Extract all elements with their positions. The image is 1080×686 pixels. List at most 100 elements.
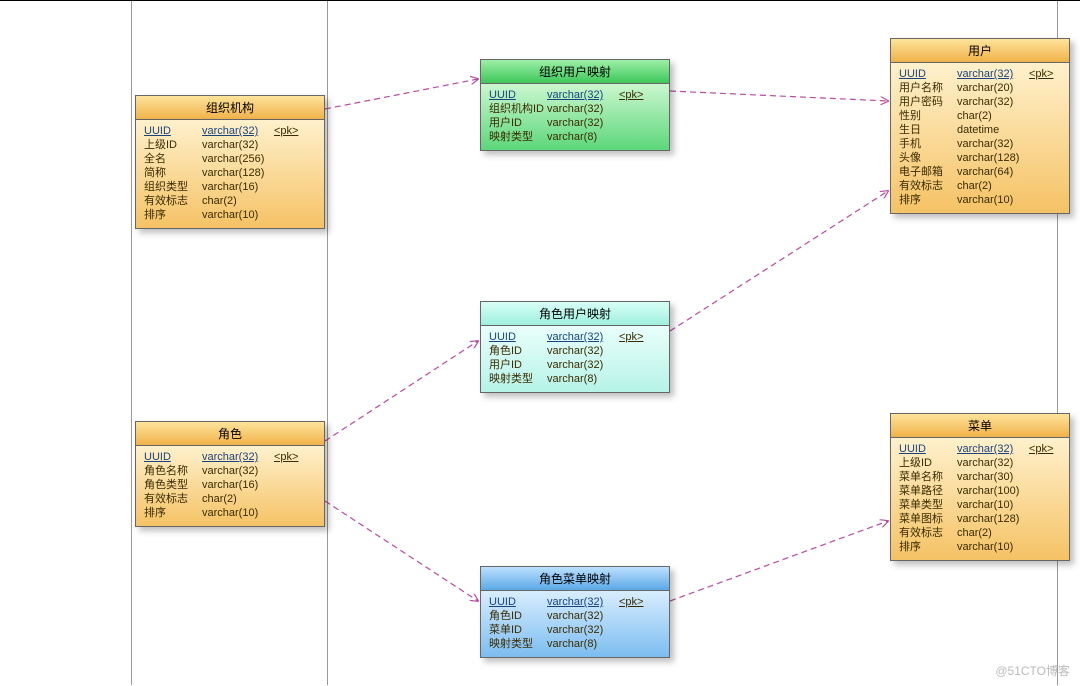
column-row: 用户IDvarchar(32) [489,358,661,372]
entity-rolemenumap[interactable]: 角色菜单映射UUIDvarchar(32)<pk>角色IDvarchar(32)… [480,566,670,658]
entity-body: UUIDvarchar(32)<pk>上级IDvarchar(32)全名varc… [136,120,324,228]
column-row: 组织机构IDvarchar(32) [489,102,661,116]
entity-role[interactable]: 角色UUIDvarchar(32)<pk>角色名称varchar(32)角色类型… [135,421,325,527]
column-pk [619,372,649,386]
column-row: 角色IDvarchar(32) [489,344,661,358]
entity-title: 角色菜单映射 [481,567,669,591]
column-row: 有效标志char(2) [144,492,316,506]
column-pk [619,637,649,651]
column-pk [619,116,649,130]
column-name: 菜单ID [489,623,547,637]
column-row: UUIDvarchar(32)<pk> [899,67,1061,81]
entity-menu[interactable]: 菜单UUIDvarchar(32)<pk>上级IDvarchar(32)菜单名称… [890,413,1070,561]
column-name: UUID [899,442,957,456]
column-pk [1029,456,1059,470]
column-row: UUIDvarchar(32)<pk> [144,124,316,138]
column-type: varchar(32) [202,124,274,138]
column-row: 电子邮箱varchar(64) [899,165,1061,179]
column-pk [1029,81,1059,95]
column-name: 性别 [899,109,957,123]
column-row: 上级IDvarchar(32) [899,456,1061,470]
column-name: 映射类型 [489,130,547,144]
column-pk: <pk> [1029,67,1059,81]
column-type: varchar(32) [547,116,619,130]
column-pk [274,464,304,478]
column-pk [1029,512,1059,526]
column-type: varchar(32) [957,137,1029,151]
column-type: varchar(32) [202,138,274,152]
column-type: varchar(10) [202,208,274,222]
column-pk [1029,123,1059,137]
column-type: varchar(32) [957,67,1029,81]
column-type: varchar(8) [547,372,619,386]
column-row: UUIDvarchar(32)<pk> [489,88,661,102]
column-name: 上级ID [144,138,202,152]
column-pk: <pk> [619,330,649,344]
column-row: 生日datetime [899,123,1061,137]
column-name: 有效标志 [899,179,957,193]
column-pk [274,152,304,166]
column-name: UUID [489,595,547,609]
relationship-arrow [325,341,478,441]
column-row: 有效标志char(2) [899,179,1061,193]
entity-user[interactable]: 用户UUIDvarchar(32)<pk>用户名称varchar(20)用户密码… [890,38,1070,214]
column-row: 菜单类型varchar(10) [899,498,1061,512]
column-row: 排序varchar(10) [144,506,316,520]
column-name: 角色名称 [144,464,202,478]
column-row: 有效标志char(2) [144,194,316,208]
column-pk [274,180,304,194]
column-pk: <pk> [274,124,304,138]
column-type: varchar(64) [957,165,1029,179]
entity-body: UUIDvarchar(32)<pk>角色IDvarchar(32)菜单IDva… [481,591,669,657]
column-name: 排序 [899,193,957,207]
column-row: UUIDvarchar(32)<pk> [899,442,1061,456]
column-type: varchar(100) [957,484,1029,498]
entity-title: 菜单 [891,414,1069,438]
column-type: varchar(10) [957,193,1029,207]
column-type: varchar(16) [202,478,274,492]
column-pk [274,194,304,208]
column-name: 有效标志 [899,526,957,540]
column-row: 排序varchar(10) [144,208,316,222]
column-type: char(2) [957,179,1029,193]
column-row: 性别char(2) [899,109,1061,123]
column-pk [1029,137,1059,151]
column-type: varchar(32) [957,442,1029,456]
column-pk [619,102,649,116]
column-name: 菜单路径 [899,484,957,498]
entity-body: UUIDvarchar(32)<pk>上级IDvarchar(32)菜单名称va… [891,438,1069,560]
column-type: varchar(32) [202,450,274,464]
watermark: @51CTO博客 [995,662,1070,679]
column-row: 有效标志char(2) [899,526,1061,540]
column-type: varchar(32) [547,102,619,116]
column-name: 用户密码 [899,95,957,109]
relationship-arrow [670,191,888,331]
column-row: 角色IDvarchar(32) [489,609,661,623]
entity-title: 角色 [136,422,324,446]
column-name: 角色类型 [144,478,202,492]
column-type: varchar(32) [202,464,274,478]
column-type: varchar(32) [547,623,619,637]
column-pk [1029,540,1059,554]
column-pk [1029,95,1059,109]
entity-org[interactable]: 组织机构UUIDvarchar(32)<pk>上级IDvarchar(32)全名… [135,95,325,229]
relationship-arrow [325,501,478,601]
column-name: 菜单图标 [899,512,957,526]
column-name: UUID [144,124,202,138]
relationship-arrow [325,79,478,109]
entity-body: UUIDvarchar(32)<pk>用户名称varchar(20)用户密码va… [891,63,1069,213]
column-type: varchar(10) [202,506,274,520]
column-type: varchar(20) [957,81,1029,95]
column-pk [274,208,304,222]
column-type: varchar(32) [547,595,619,609]
column-name: 有效标志 [144,194,202,208]
column-name: 电子邮箱 [899,165,957,179]
column-pk [1029,179,1059,193]
column-name: 菜单名称 [899,470,957,484]
column-pk [1029,484,1059,498]
column-type: varchar(32) [547,609,619,623]
entity-roleusermap[interactable]: 角色用户映射UUIDvarchar(32)<pk>角色IDvarchar(32)… [480,301,670,393]
column-name: 排序 [144,208,202,222]
column-type: varchar(32) [547,330,619,344]
entity-orgusermap[interactable]: 组织用户映射UUIDvarchar(32)<pk>组织机构IDvarchar(3… [480,59,670,151]
